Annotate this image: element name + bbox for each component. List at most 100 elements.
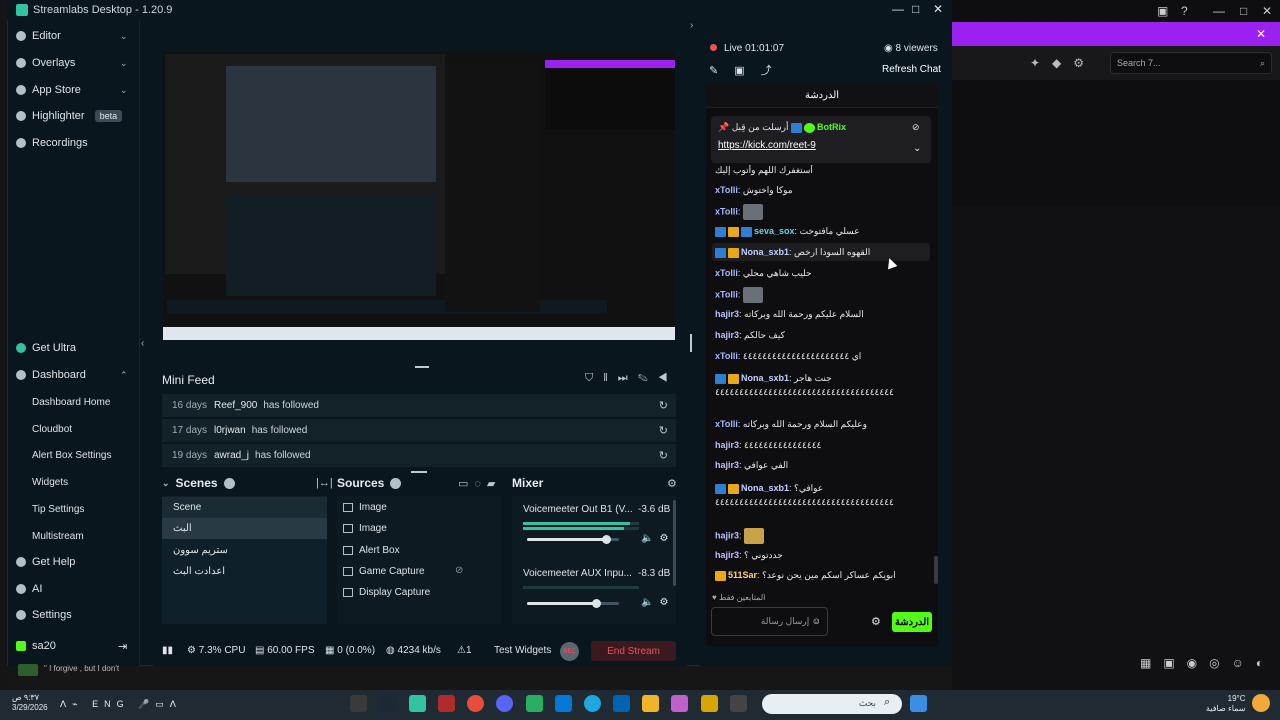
browser-restore-icon[interactable]: ▣ [1157, 4, 1168, 18]
sidebar-item-account[interactable]: sa20 [16, 636, 56, 656]
scene-item[interactable]: Scene [162, 497, 327, 518]
source-item[interactable]: Game Capture [343, 561, 425, 582]
expand-chat-icon[interactable]: › [690, 20, 693, 31]
replay-icon[interactable]: ↻ [659, 424, 668, 437]
app-icon[interactable] [701, 695, 718, 712]
sidebar-item-app-store[interactable]: App Store [16, 80, 81, 100]
mixer-channel-controls[interactable]: 🔈⚙ [641, 597, 674, 608]
copilot-icon[interactable] [671, 695, 688, 712]
collapse-sidebar-icon[interactable]: ‹ [141, 338, 144, 349]
discord-icon[interactable] [496, 695, 513, 712]
chevron-up-icon[interactable]: ⌃ [120, 370, 128, 381]
close-icon[interactable]: ✕ [933, 2, 943, 16]
record-button[interactable]: REC [560, 642, 579, 661]
chevron-down-icon[interactable]: ⌄ [162, 478, 170, 489]
resize-handle[interactable] [415, 366, 429, 368]
sidebar-sub-dashboard-home[interactable]: Dashboard Home [32, 397, 110, 408]
app-store-icon [16, 85, 26, 95]
volume-slider-handle[interactable] [592, 599, 601, 608]
scene-item[interactable]: ستريم سوون [162, 540, 327, 561]
sidebar-item-highlighter[interactable]: Highlighter beta [16, 106, 123, 126]
app-icon[interactable] [526, 695, 543, 712]
store-icon[interactable] [613, 695, 630, 712]
unpin-icon[interactable]: ⊘ [912, 122, 920, 133]
emoji-icon[interactable]: ☺ [812, 616, 821, 626]
sidebar-item-recordings[interactable]: Recordings [16, 133, 88, 153]
file-explorer-icon[interactable] [642, 695, 659, 712]
scene-item-active[interactable]: البث [162, 518, 327, 539]
steam-icon[interactable] [380, 695, 397, 712]
source-item[interactable]: Image [343, 497, 387, 518]
test-widgets-button[interactable]: Test Widgets [494, 645, 551, 656]
chrome-icon[interactable] [467, 695, 484, 712]
chevron-down-icon[interactable]: ⌄ [120, 31, 128, 42]
minimize-icon[interactable]: — [892, 2, 904, 16]
sidebar-item-get-ultra[interactable]: Get Ultra [16, 338, 76, 358]
sidebar-item-dashboard[interactable]: Dashboard [16, 365, 86, 385]
chat-toolbar-icons[interactable]: ✎▣⤴ [709, 62, 788, 78]
resize-handle[interactable] [411, 471, 427, 473]
sidebar-sub-cloudbot[interactable]: Cloudbot [32, 424, 72, 435]
sidebar-sub-widgets[interactable]: Widgets [32, 477, 68, 488]
refresh-chat-button[interactable]: Refresh Chat [882, 64, 941, 75]
chat-message-input[interactable]: إرسال رسالة ☺ [711, 607, 828, 636]
app-icon[interactable] [730, 695, 747, 712]
source-item[interactable]: Alert Box [343, 540, 400, 561]
app-icon[interactable] [438, 695, 455, 712]
send-chat-button[interactable]: الدردشة [892, 612, 932, 632]
visibility-off-icon[interactable]: ⊘ [455, 565, 463, 576]
chat-scrollbar[interactable] [934, 556, 938, 584]
sidebar-item-ai[interactable]: AI [16, 579, 42, 599]
browser-minimize-icon[interactable]: — [1213, 4, 1225, 18]
mixer-channel-controls[interactable]: 🔈⚙ [641, 533, 674, 544]
windows-start-icon[interactable] [910, 695, 927, 712]
replay-icon[interactable]: ↻ [659, 449, 668, 462]
chevron-down-icon[interactable]: ⌄ [120, 85, 128, 96]
stats-icon[interactable]: ▮▮ [162, 645, 173, 656]
pinned-link[interactable]: https://kick.com/reet-9 [718, 140, 816, 151]
add-scene-icon[interactable] [223, 477, 235, 489]
close-banner-icon[interactable]: ✕ [1256, 27, 1266, 41]
browser-search-input[interactable]: Search 7... ⌕ [1110, 52, 1272, 74]
source-item[interactable]: Image [343, 518, 387, 539]
volume-slider[interactable] [527, 602, 619, 605]
sidebar-sub-alert-box-settings[interactable]: Alert Box Settings [32, 450, 111, 461]
replay-icon[interactable]: ↻ [659, 399, 668, 412]
mini-feed-toolbar[interactable]: ⛉‖⏭✎◀ [585, 372, 678, 385]
add-source-icon[interactable] [390, 477, 402, 489]
browser-close-icon[interactable]: ✕ [1262, 4, 1272, 18]
edge-icon[interactable] [584, 695, 601, 712]
taskbar-search[interactable]: بحث [762, 694, 902, 714]
mixer-scrollbar[interactable] [673, 500, 676, 586]
browser-help-icon[interactable]: ? [1181, 4, 1188, 18]
mixer-gear-icon[interactable]: ⚙ [667, 477, 677, 490]
scene-transition-icon[interactable]: |↔| [316, 477, 333, 489]
system-tray[interactable]: ᐱ⌁ ENG 🎤▭ᐱ [60, 699, 182, 710]
sidebar-item-get-help[interactable]: Get Help [16, 552, 75, 572]
crown-icon [728, 483, 739, 494]
scene-item[interactable]: اعدادت البث [162, 561, 327, 582]
sources-toolbar-icons[interactable]: ▭◌▰ [458, 477, 501, 490]
streamlabs-taskbar-icon[interactable] [409, 695, 426, 712]
chevron-down-icon[interactable]: ⌄ [913, 143, 921, 154]
outlook-icon[interactable] [555, 695, 572, 712]
sidebar-item-overlays[interactable]: Overlays [16, 53, 75, 73]
browser-bottom-icons[interactable]: ▦▣◉◎☺◐ [1140, 656, 1275, 670]
end-stream-button[interactable]: End Stream [591, 641, 676, 661]
maximize-icon[interactable]: □ [912, 2, 919, 16]
sidebar-item-editor[interactable]: Editor [16, 26, 61, 46]
browser-toolbar-icons[interactable]: ✦◆⚙ [1030, 56, 1096, 70]
source-item[interactable]: Display Capture [343, 582, 430, 603]
weather-widget[interactable]: 19°C سماء صافية [1206, 694, 1246, 714]
chat-settings-icon[interactable]: ⚙ [871, 615, 881, 628]
sidebar-sub-tip-settings[interactable]: Tip Settings [32, 504, 84, 515]
notifications-stat[interactable]: ⚠1 [457, 645, 472, 656]
taskbar-clock[interactable]: ٩:٣٧ ص 3/29/2026 [12, 693, 48, 713]
xbox-icon[interactable] [350, 695, 367, 712]
browser-maximize-icon[interactable]: □ [1240, 4, 1247, 18]
resize-handle-vertical[interactable] [690, 334, 692, 352]
logout-icon[interactable]: ⇥ [118, 640, 127, 653]
sidebar-item-settings[interactable]: Settings [16, 605, 72, 625]
chevron-down-icon[interactable]: ⌄ [120, 58, 128, 69]
sidebar-sub-multistream[interactable]: Multistream [32, 531, 84, 542]
